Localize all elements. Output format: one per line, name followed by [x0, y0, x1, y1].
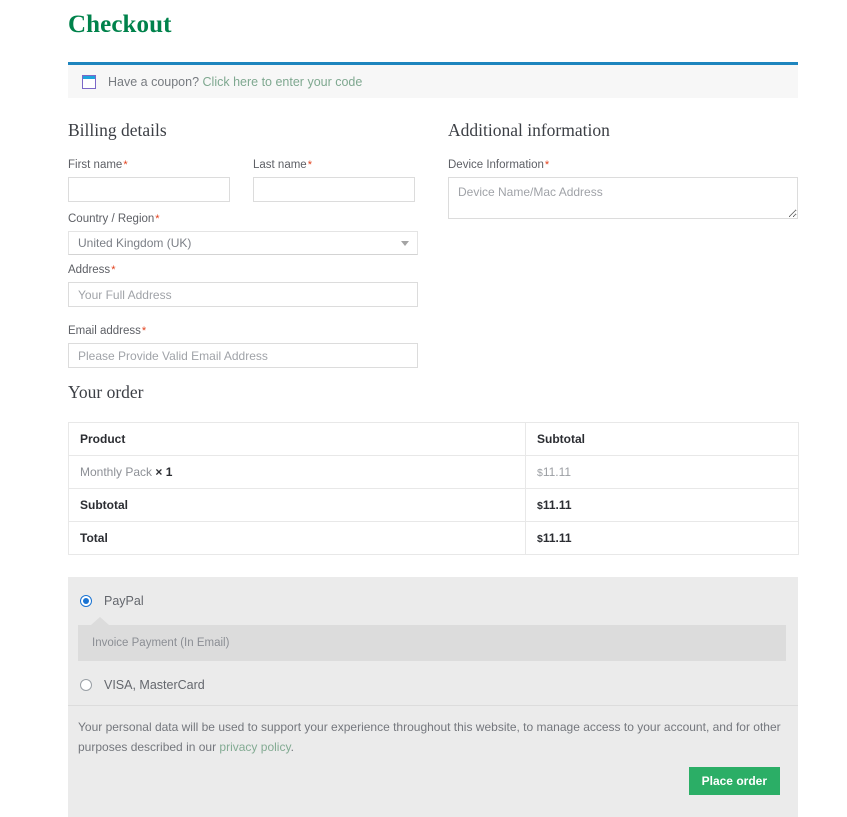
- order-item-amount-cell: $11.11: [525, 455, 799, 489]
- first-name-label: First name*: [68, 159, 230, 171]
- payment-method-paypal-label: PayPal: [104, 594, 144, 608]
- place-order-button[interactable]: Place order: [688, 766, 780, 795]
- address-input[interactable]: [68, 282, 418, 307]
- device-information-label: Device Information*: [448, 159, 798, 171]
- privacy-text-after: .: [290, 739, 294, 754]
- table-row: Monthly Pack × 1 $11.11: [68, 455, 799, 489]
- first-name-field: First name*: [68, 159, 230, 202]
- device-information-label-text: Device Information: [448, 159, 544, 171]
- billing-details-section: Billing details First name* Last name* C…: [68, 120, 418, 377]
- subtotal-label-cell: Subtotal: [68, 488, 526, 522]
- last-name-label-text: Last name: [253, 159, 307, 171]
- required-asterisk: *: [141, 325, 147, 337]
- order-heading: Your order: [68, 382, 144, 402]
- order-item-quantity: × 1: [155, 465, 173, 479]
- last-name-label: Last name*: [253, 159, 415, 171]
- payment-method-paypal-description: Invoice Payment (In Email): [78, 617, 786, 661]
- privacy-text-before: Your personal data will be used to suppo…: [78, 720, 781, 754]
- table-row: Subtotal $11.11: [68, 488, 799, 522]
- required-asterisk: *: [544, 159, 550, 171]
- chevron-down-icon: [401, 241, 409, 246]
- total-amount: 11.11: [542, 531, 572, 545]
- payment-methods-list: PayPal Invoice Payment (In Email) VISA, …: [68, 577, 798, 705]
- device-information-textarea[interactable]: [448, 177, 798, 219]
- payment-method-card[interactable]: VISA, MasterCard: [68, 675, 798, 695]
- privacy-notice: Your personal data will be used to suppo…: [68, 705, 798, 817]
- radio-paypal[interactable]: [80, 595, 92, 607]
- order-item-amount: 11.11: [542, 465, 572, 479]
- name-fields-row: First name* Last name*: [68, 159, 418, 213]
- coupon-tag-icon: [82, 74, 96, 89]
- payment-method-paypal[interactable]: PayPal: [68, 591, 798, 611]
- radio-card[interactable]: [80, 679, 92, 691]
- email-label: Email address*: [68, 325, 418, 337]
- total-amount-cell: $11.11: [525, 521, 799, 555]
- additional-information-section: Additional information Device Informatio…: [448, 120, 798, 377]
- column-header-subtotal: Subtotal: [525, 422, 799, 456]
- billing-heading: Billing details: [68, 120, 167, 140]
- subtotal-amount-cell: $11.11: [525, 488, 799, 522]
- required-asterisk: *: [155, 213, 160, 225]
- table-header-row: Product Subtotal: [68, 422, 799, 456]
- coupon-enter-code-link[interactable]: Click here to enter your code: [203, 75, 363, 89]
- subtotal-amount: 11.11: [542, 498, 572, 512]
- device-information-field: Device Information*: [448, 159, 798, 222]
- required-asterisk: *: [111, 264, 116, 276]
- required-asterisk: *: [307, 159, 312, 171]
- country-selected-value: United Kingdom (UK): [78, 236, 192, 250]
- email-input[interactable]: [68, 343, 418, 368]
- form-columns: Billing details First name* Last name* C…: [68, 120, 798, 377]
- country-label-text: Country / Region: [68, 213, 155, 225]
- checkout-page: Checkout Have a coupon? Click here to en…: [68, 0, 799, 817]
- order-summary-table: Product Subtotal Monthly Pack × 1 $11.11…: [68, 422, 799, 555]
- coupon-prompt: Have a coupon? Click here to enter your …: [108, 75, 362, 89]
- privacy-policy-link[interactable]: privacy policy: [219, 740, 290, 754]
- required-asterisk: *: [123, 159, 128, 171]
- coupon-prompt-text: Have a coupon?: [108, 74, 200, 89]
- page-title: Checkout: [68, 11, 172, 38]
- country-field: Country / Region* United Kingdom (UK): [68, 213, 418, 255]
- payment-section: PayPal Invoice Payment (In Email) VISA, …: [68, 577, 798, 817]
- last-name-field: Last name*: [253, 159, 415, 202]
- last-name-input[interactable]: [253, 177, 415, 202]
- place-order-row: Place order: [78, 758, 784, 807]
- address-label: Address*: [68, 264, 418, 276]
- country-select[interactable]: United Kingdom (UK): [68, 231, 418, 255]
- address-field: Address*: [68, 264, 418, 307]
- first-name-input[interactable]: [68, 177, 230, 202]
- coupon-bar: Have a coupon? Click here to enter your …: [68, 62, 798, 98]
- column-header-product: Product: [68, 422, 526, 456]
- address-label-text: Address: [68, 264, 111, 276]
- email-label-text: Email address: [68, 325, 141, 337]
- payment-method-card-label: VISA, MasterCard: [104, 678, 205, 692]
- order-item-name-cell: Monthly Pack × 1: [68, 455, 526, 489]
- table-row: Total $11.11: [68, 521, 799, 555]
- country-label: Country / Region*: [68, 213, 418, 225]
- order-item-name: Monthly Pack: [80, 465, 153, 479]
- email-field: Email address*: [68, 325, 418, 368]
- first-name-label-text: First name: [68, 159, 123, 171]
- total-label-cell: Total: [68, 521, 526, 555]
- additional-heading: Additional information: [448, 120, 610, 140]
